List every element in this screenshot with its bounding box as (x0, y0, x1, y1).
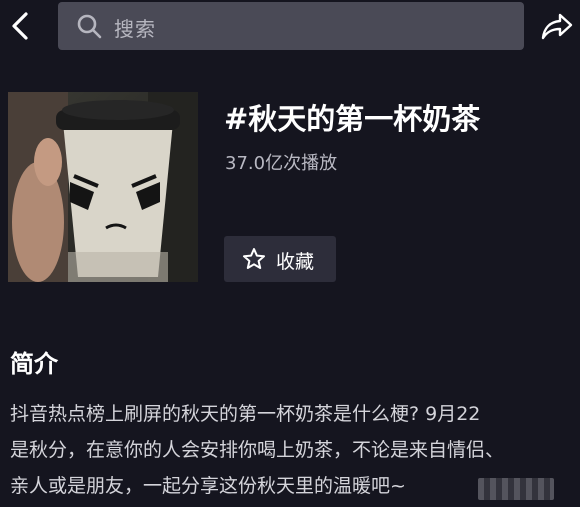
search-input[interactable]: 搜索 (58, 2, 524, 50)
topic-cover-image (8, 92, 198, 282)
search-placeholder: 搜索 (114, 17, 156, 41)
top-bar: 搜索 (0, 0, 580, 52)
share-button[interactable] (540, 10, 574, 42)
search-icon (77, 14, 102, 39)
back-button[interactable] (6, 8, 38, 44)
favorite-label: 收藏 (276, 251, 315, 273)
star-outline-icon (243, 248, 265, 269)
chevron-left-icon (12, 12, 28, 40)
intro-line-2: 是秋分，在意你的人会安排你喝上奶茶，不论是来自情侣、 (10, 439, 505, 461)
topic-title: #秋天的第一杯奶茶 (224, 102, 481, 136)
intro-line-1: 抖音热点榜上刷屏的秋天的第一杯奶茶是什么梗? 9月22 (10, 403, 481, 425)
share-icon (541, 13, 573, 40)
favorite-button[interactable]: 收藏 (224, 236, 336, 282)
play-count: 37.0亿次播放 (225, 153, 338, 174)
intro-heading: 简介 (10, 350, 58, 378)
blurred-watermark (478, 478, 554, 500)
